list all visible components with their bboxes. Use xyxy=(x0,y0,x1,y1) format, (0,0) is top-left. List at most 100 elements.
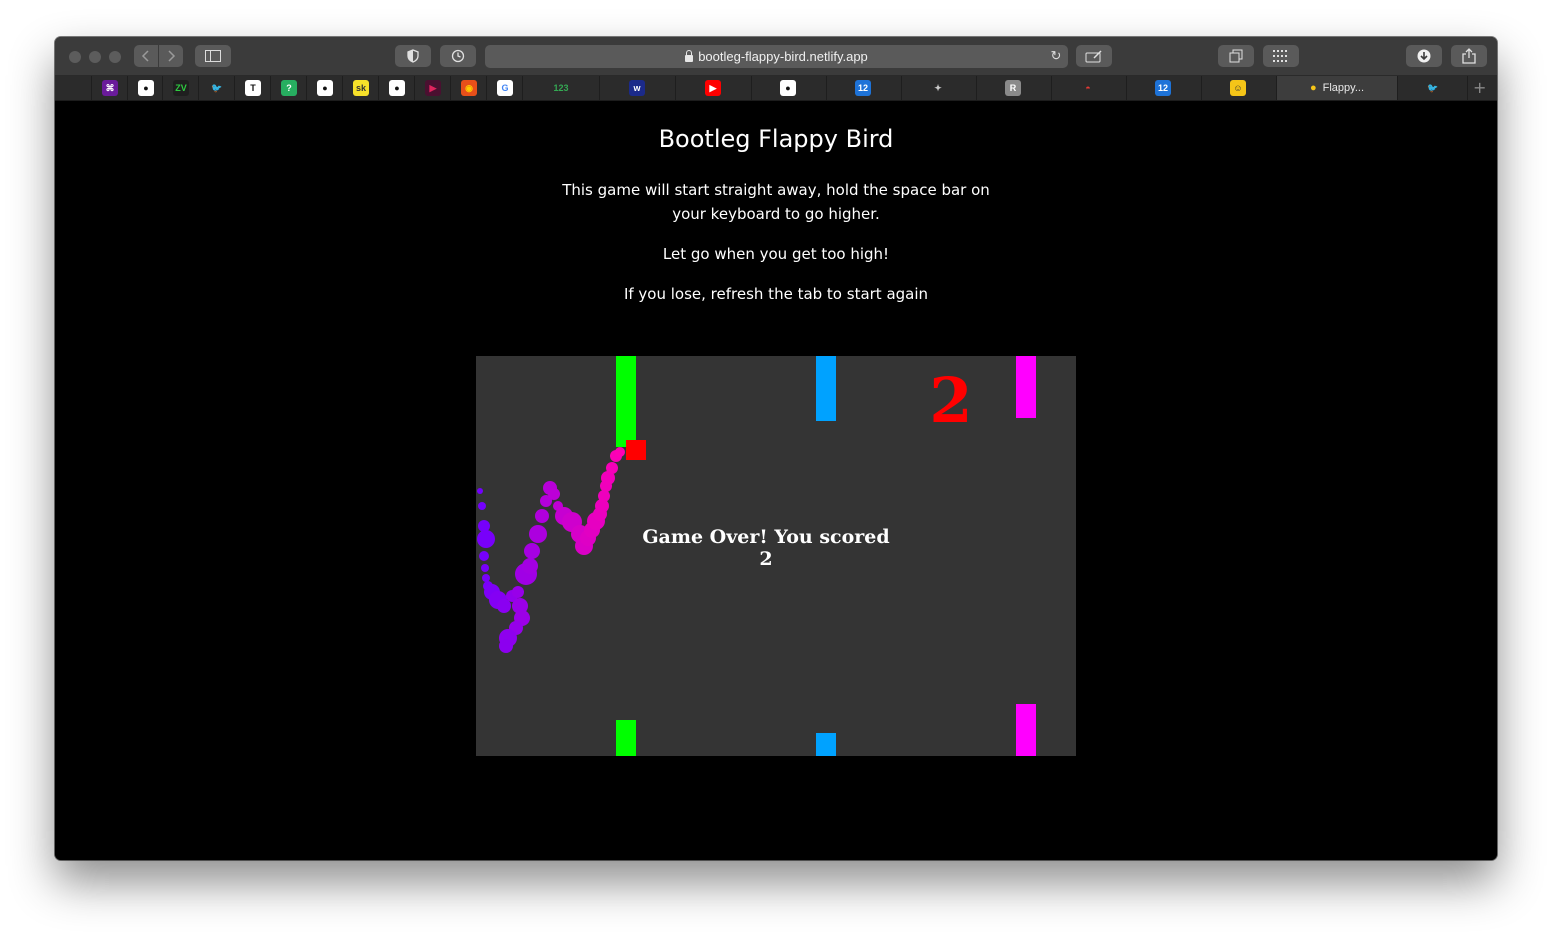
bird-icon: ● xyxy=(1309,82,1317,94)
clock-icon xyxy=(451,49,465,63)
downloads-button[interactable] xyxy=(1406,45,1442,67)
sidebar-toggle-button[interactable] xyxy=(195,45,231,67)
tab-separator xyxy=(1201,76,1202,100)
tab-separator xyxy=(751,76,752,100)
tab-separator xyxy=(599,76,600,100)
history-button[interactable] xyxy=(440,45,476,67)
trail-particle xyxy=(477,488,483,494)
tab-separator xyxy=(342,76,343,100)
pipe-bottom-3 xyxy=(1016,704,1036,756)
zoom-window-button[interactable] xyxy=(109,51,121,63)
tab-separator xyxy=(450,76,451,100)
browser-toolbar: bootleg-flappy-bird.netlify.app ↻ xyxy=(55,37,1497,76)
trail-particle xyxy=(479,551,489,561)
grid-app-icon[interactable]: ⌘ xyxy=(102,80,118,96)
tab-separator xyxy=(1126,76,1127,100)
favorites-tab-bar: ● Flappy... + ⌘ ● ZV 🐦 T? ● sk ● ▶ ◉ G 123 w ▶ ● 12 ✦ R ◓ 1… xyxy=(55,76,1497,101)
trail-particle xyxy=(598,490,610,502)
privacy-report-button[interactable] xyxy=(395,45,431,67)
pokeball-icon[interactable]: ◓ xyxy=(1080,80,1096,96)
edit-button[interactable] xyxy=(1076,45,1112,67)
zv-icon[interactable]: ZV xyxy=(173,80,189,96)
question-icon[interactable]: ? xyxy=(281,80,297,96)
github-icon[interactable]: ● xyxy=(138,80,154,96)
tab-separator xyxy=(1397,76,1398,100)
sidebar-icon xyxy=(205,50,221,62)
apple-icon[interactable] xyxy=(67,80,83,96)
nyt-icon[interactable]: T xyxy=(245,80,261,96)
page-content: Bootleg Flappy Bird This game will start… xyxy=(55,101,1497,860)
tab-separator xyxy=(486,76,487,100)
tab-separator xyxy=(675,76,676,100)
tab-separator xyxy=(91,76,92,100)
trail-particle xyxy=(482,574,490,582)
browser-window: bootleg-flappy-bird.netlify.app ↻ ● Flap… xyxy=(55,37,1497,860)
chevron-left-icon xyxy=(141,50,149,62)
trail-particle xyxy=(477,530,495,548)
numbers-icon[interactable]: 12 xyxy=(855,80,871,96)
twitter-icon[interactable]: 🐦 xyxy=(209,80,225,96)
trail-particle xyxy=(481,564,489,572)
trail-particle xyxy=(499,639,513,653)
tab-separator xyxy=(1467,76,1468,100)
back-button[interactable] xyxy=(134,45,158,67)
tabs-icon xyxy=(1229,49,1243,63)
reload-icon[interactable]: ↻ xyxy=(1048,48,1064,64)
game-canvas[interactable]: 2 Game Over! You scored 2 xyxy=(476,356,1076,756)
github-icon[interactable]: ● xyxy=(780,80,796,96)
address-bar[interactable]: bootleg-flappy-bird.netlify.app ↻ xyxy=(485,45,1068,68)
tab-separator xyxy=(234,76,235,100)
numbers-123-icon[interactable]: 123 xyxy=(553,80,569,96)
active-tab[interactable]: ● Flappy... xyxy=(1277,76,1397,100)
instructions-line-1: This game will start straight away, hold… xyxy=(562,181,990,199)
trail-particle xyxy=(529,525,547,543)
pipe-top-1 xyxy=(616,356,636,447)
tab-separator xyxy=(522,76,523,100)
firefox-icon[interactable]: ◉ xyxy=(461,80,477,96)
tabs-overview-button[interactable] xyxy=(1218,45,1254,67)
pipe-top-2 xyxy=(816,356,836,421)
pipe-bottom-2 xyxy=(816,733,836,756)
tab-separator xyxy=(901,76,902,100)
share-button[interactable] xyxy=(1451,45,1487,67)
minimize-window-button[interactable] xyxy=(89,51,101,63)
google-icon[interactable]: G xyxy=(497,80,513,96)
github-icon[interactable]: ● xyxy=(389,80,405,96)
runner-icon[interactable]: ✦ xyxy=(930,80,946,96)
github-icon[interactable]: ● xyxy=(317,80,333,96)
active-tab-label: Flappy... xyxy=(1322,82,1365,94)
trail-particle xyxy=(512,586,524,598)
youtube-icon[interactable]: ▶ xyxy=(705,80,721,96)
new-tab-button[interactable]: + xyxy=(1473,78,1486,97)
trail-particle xyxy=(535,509,549,523)
tab-separator xyxy=(378,76,379,100)
pencil-icon xyxy=(1085,50,1102,63)
chevron-right-icon xyxy=(168,50,176,62)
close-window-button[interactable] xyxy=(69,51,81,63)
page-title: Bootleg Flappy Bird xyxy=(658,125,894,153)
emoji-face-icon[interactable]: ☺ xyxy=(1230,80,1246,96)
trail-particle xyxy=(478,520,490,532)
instructions-let-go: Let go when you get too high! xyxy=(662,245,890,263)
instructions-refresh: If you lose, refresh the tab to start ag… xyxy=(623,285,929,303)
trail-particle xyxy=(478,502,486,510)
tab-separator xyxy=(162,76,163,100)
bird xyxy=(626,440,646,460)
score-display: 2 xyxy=(929,364,973,437)
url-text: bootleg-flappy-bird.netlify.app xyxy=(698,49,868,64)
grid-button[interactable] xyxy=(1263,45,1299,67)
play-icon[interactable]: ▶ xyxy=(425,80,441,96)
instructions-start: This game will start straight away, hold… xyxy=(55,178,1497,226)
bird-green-icon[interactable]: 🐦 xyxy=(1425,80,1441,96)
share-icon xyxy=(1462,48,1476,64)
numbers-icon[interactable]: 12 xyxy=(1155,80,1171,96)
yellow-app-icon[interactable]: sk xyxy=(353,80,369,96)
instructions-line-2: your keyboard to go higher. xyxy=(672,205,880,223)
game-over-message: Game Over! You scored 2 xyxy=(642,526,890,570)
forward-button[interactable] xyxy=(159,45,183,67)
webflow-icon[interactable]: w xyxy=(629,80,645,96)
tab-separator xyxy=(414,76,415,100)
r-icon[interactable]: R xyxy=(1005,80,1021,96)
tab-separator xyxy=(306,76,307,100)
tab-separator xyxy=(826,76,827,100)
